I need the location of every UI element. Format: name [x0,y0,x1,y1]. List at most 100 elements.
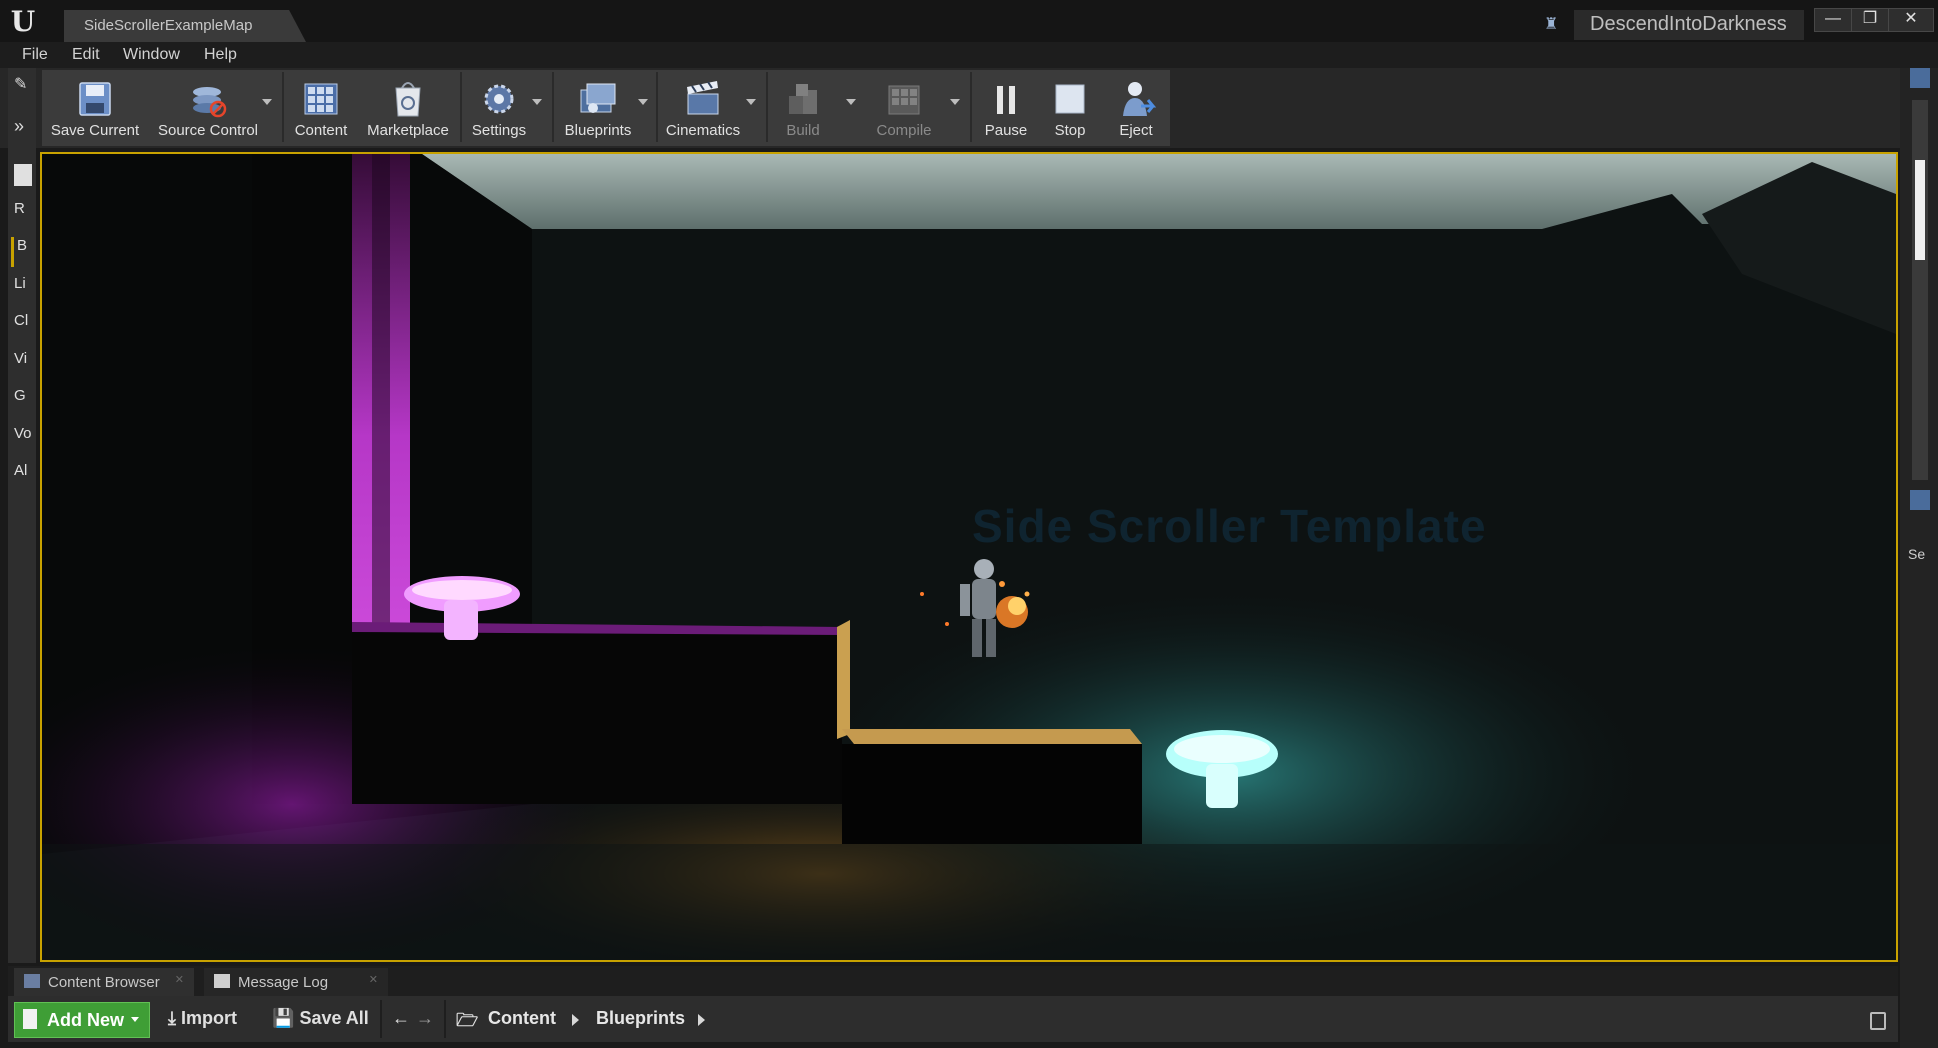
import-label: Import [180,1008,237,1028]
marketplace-label: Marketplace [367,122,449,139]
side-tab-cinematic[interactable]: Cl [14,312,36,342]
settings-label: Settings [471,122,527,139]
cinematics-button[interactable]: Cinematics [662,70,744,146]
tab-close-icon[interactable]: ✕ [369,973,378,986]
build-button[interactable]: Build [772,70,834,146]
save-all-button[interactable]: 💾 Save All [272,1008,369,1029]
source-control-label: Source Control [157,122,259,139]
tab-message-log[interactable]: Message Log ✕ [204,968,388,996]
side-tab-visual-effects[interactable]: Vi [14,350,36,380]
toolbar-separator [460,72,462,142]
lock-icon[interactable] [1870,1012,1886,1030]
add-new-dropdown-icon [131,1017,139,1022]
right-scrollbar-track[interactable] [1912,100,1928,480]
import-icon: ⤓ [168,1008,176,1028]
toolbar-separator [970,72,972,142]
blueprints-button[interactable]: Blueprints [558,70,638,146]
side-tab-geometry[interactable]: G [14,387,36,417]
right-panel-label: Se [1908,546,1926,562]
source-control-dropdown-icon[interactable] [262,99,272,105]
compile-button[interactable]: Compile [862,70,946,146]
unreal-logo-icon[interactable]: U [6,8,40,36]
eject-button[interactable]: Eject [1104,70,1168,146]
minimize-button[interactable]: — [1814,8,1852,32]
menu-edit[interactable]: Edit [72,46,100,64]
tab-message-log-label: Message Log [238,974,329,991]
project-name-box: DescendIntoDarkness [1574,10,1804,40]
breadcrumb-content[interactable]: Content [488,1008,556,1029]
compile-cube-icon [888,85,920,115]
level-tab[interactable]: SideScrollerExampleMap [64,10,306,42]
message-log-icon [214,974,230,988]
modes-icon[interactable] [14,164,32,186]
close-button[interactable]: ✕ [1888,8,1934,32]
eject-person-icon [1123,82,1157,116]
content-browser-icon [24,974,40,988]
blueprints-label: Blueprints [564,122,632,139]
tab-close-icon[interactable]: ✕ [175,973,184,986]
toolbar-separator [766,72,768,142]
cinematics-dropdown-icon[interactable] [746,99,756,105]
history-forward-button[interactable]: → [416,1008,434,1029]
game-scene [42,154,1896,960]
marketplace-bag-icon [395,82,421,117]
toolbar-separator [380,1000,382,1038]
build-blocks-icon [789,84,817,114]
import-button[interactable]: ⤓ Import [168,1008,237,1029]
settings-dropdown-icon[interactable] [532,99,542,105]
details-icon[interactable] [1910,490,1930,510]
project-name: DescendIntoDarkness [1590,13,1787,35]
history-back-button[interactable]: ← [392,1008,410,1029]
pause-icon [997,86,1015,114]
side-tab-basic[interactable]: B [11,237,39,267]
project-icon: ♜ [1544,16,1559,33]
select-mode-icon[interactable]: ✎ [14,74,34,96]
new-file-icon [23,1009,37,1029]
side-tab-recent[interactable]: R [14,200,36,230]
side-tab-lights[interactable]: Li [14,275,36,305]
source-control-button[interactable]: Source Control [150,70,266,146]
level-tab-label: SideScrollerExampleMap [84,17,253,34]
marketplace-button[interactable]: Marketplace [360,70,456,146]
menu-help[interactable]: Help [204,46,237,64]
compile-dropdown-icon[interactable] [950,99,960,105]
menu-window[interactable]: Window [123,46,180,64]
save-current-button[interactable]: Save Current [44,70,146,146]
menu-file[interactable]: File [22,46,48,64]
outliner-icon[interactable] [1910,68,1930,88]
cinematics-label: Cinematics [665,122,741,139]
eject-label: Eject [1119,122,1153,139]
breadcrumb-arrow-icon[interactable] [572,1014,579,1026]
content-button[interactable]: Content [288,70,354,146]
toolbar-separator [444,1000,446,1038]
stop-button[interactable]: Stop [1042,70,1098,146]
content-label: Content [294,122,348,139]
settings-button[interactable]: Settings [466,70,532,146]
add-new-button[interactable]: Add New [14,1002,150,1038]
toolbar-separator [282,72,284,142]
content-grid-icon [304,83,338,115]
template-watermark: Side Scroller Template [972,500,1487,552]
right-scrollbar-thumb[interactable] [1915,160,1925,260]
toolbar-separator [656,72,658,142]
side-tab-all-classes[interactable]: Al [14,462,36,492]
toolbar-separator [552,72,554,142]
pause-button[interactable]: Pause [976,70,1036,146]
save-icon [79,82,111,116]
settings-gear-icon [484,84,514,114]
compile-label: Compile [876,122,932,139]
pause-label: Pause [984,122,1028,139]
save-all-icon: 💾 [272,1008,295,1028]
stop-icon [1055,84,1085,114]
breadcrumb-arrow-icon[interactable] [698,1014,705,1026]
breadcrumb-blueprints[interactable]: Blueprints [596,1008,685,1029]
build-dropdown-icon[interactable] [846,99,856,105]
folder-icon[interactable]: 🗁 [456,1008,478,1038]
source-control-icon [193,87,227,118]
tab-content-browser[interactable]: Content Browser ✕ [14,968,194,996]
blueprints-dropdown-icon[interactable] [638,99,648,105]
expand-panel-icon[interactable]: » [14,116,36,136]
level-viewport[interactable]: Side Scroller Template [40,152,1898,962]
side-tab-volumes[interactable]: Vo [14,425,36,455]
maximize-button[interactable]: ❐ [1851,8,1889,32]
